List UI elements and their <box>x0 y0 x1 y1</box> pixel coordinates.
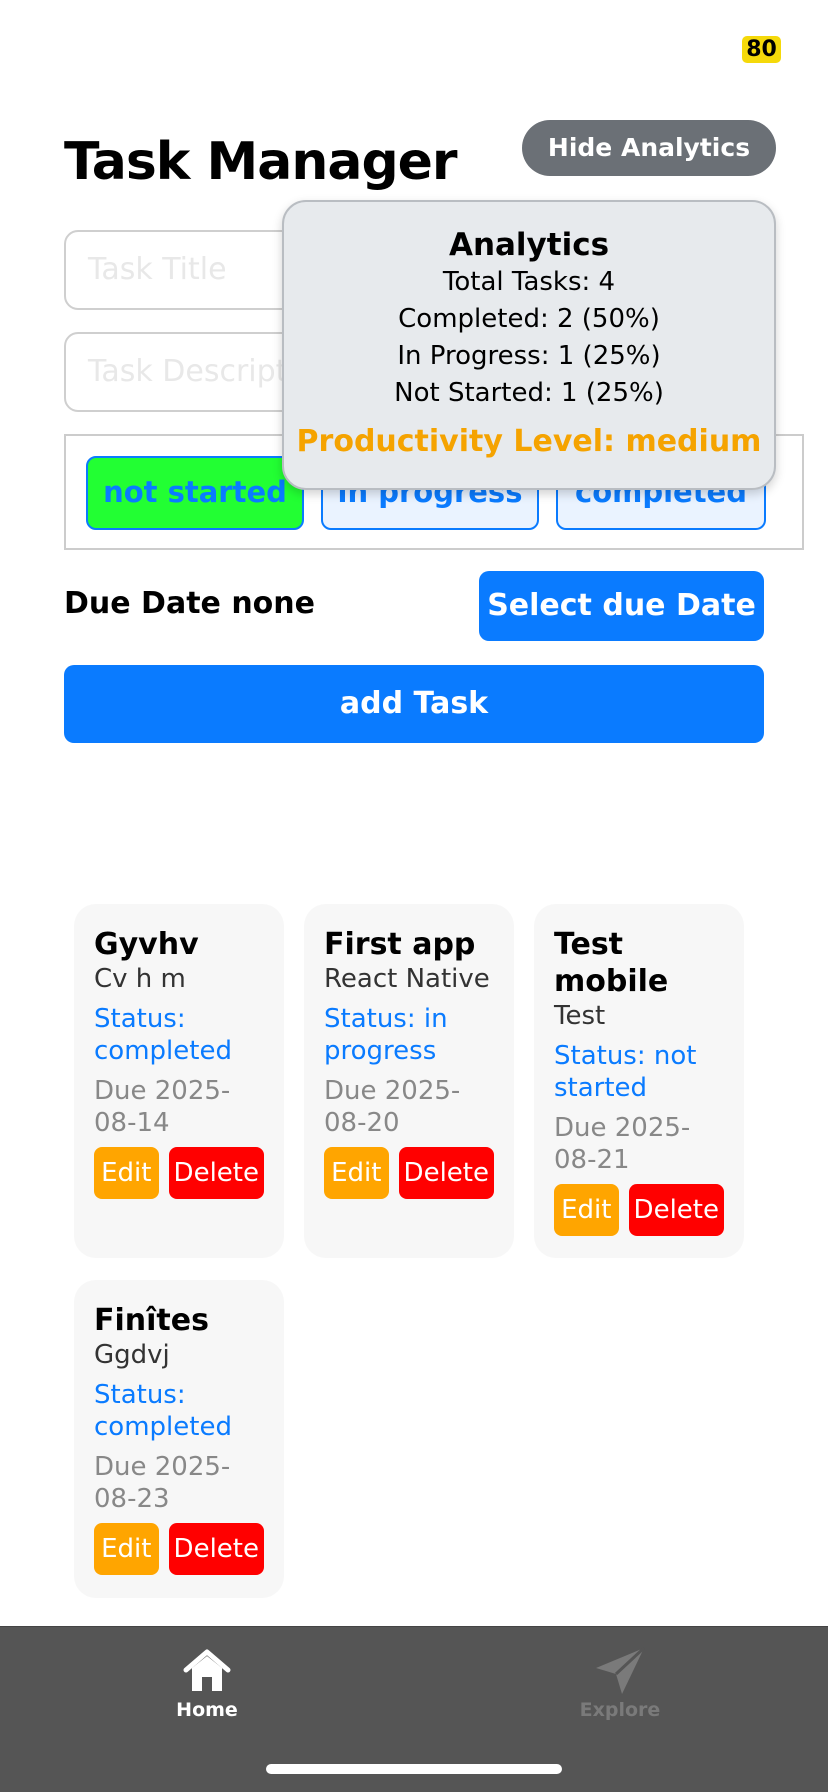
status-badge: 80 <box>742 36 781 63</box>
analytics-completed: Completed: 2 (50%) <box>398 304 660 334</box>
add-task-button[interactable]: add Task <box>64 665 764 743</box>
task-status: Status: completed <box>94 1004 232 1066</box>
task-card: First app React Native Status: in progre… <box>304 904 514 1258</box>
analytics-not-started: Not Started: 1 (25%) <box>394 378 664 408</box>
edit-button[interactable]: Edit <box>94 1523 159 1575</box>
task-due: Due 2025-08-23 <box>94 1452 231 1514</box>
task-title: Finîtes <box>94 1303 209 1338</box>
productivity-level: Productivity Level: medium <box>296 424 762 459</box>
task-title: Test mobile <box>554 927 669 999</box>
paper-plane-icon <box>520 1643 720 1699</box>
delete-button[interactable]: Delete <box>628 1184 724 1236</box>
home-icon <box>107 1643 307 1699</box>
edit-button[interactable]: Edit <box>94 1147 159 1199</box>
tab-explore-label: Explore <box>579 1699 661 1721</box>
edit-button[interactable]: Edit <box>324 1147 389 1199</box>
task-card: Test mobile Test Status: not started Due… <box>534 904 744 1258</box>
task-due: Due 2025-08-21 <box>554 1113 691 1175</box>
select-due-date-button[interactable]: Select due Date <box>479 571 764 641</box>
task-status: Status: in progress <box>324 1004 448 1066</box>
task-card: Gyvhv Cv h m Status: completed Due 2025-… <box>74 904 284 1258</box>
hide-analytics-button[interactable]: Hide Analytics <box>522 120 776 176</box>
task-due: Due 2025-08-14 <box>94 1076 231 1138</box>
analytics-in-progress: In Progress: 1 (25%) <box>397 341 661 371</box>
status-not-started-button[interactable]: not started <box>86 456 304 530</box>
page-title: Task Manager <box>64 132 458 192</box>
delete-button[interactable]: Delete <box>398 1147 494 1199</box>
task-card: Finîtes Ggdvj Status: completed Due 2025… <box>74 1280 284 1598</box>
task-status: Status: not started <box>554 1041 697 1103</box>
tab-explore[interactable]: Explore <box>520 1643 720 1721</box>
task-title: First app <box>324 927 476 962</box>
tab-home-label: Home <box>176 1699 238 1721</box>
task-status: Status: completed <box>94 1380 232 1442</box>
analytics-panel: Analytics Total Tasks: 4 Completed: 2 (5… <box>282 200 776 490</box>
delete-button[interactable]: Delete <box>168 1523 264 1575</box>
tab-home[interactable]: Home <box>107 1643 307 1721</box>
task-description: Cv h m <box>94 964 186 994</box>
task-description: Test <box>554 1001 606 1031</box>
task-description: Ggdvj <box>94 1340 170 1370</box>
home-indicator <box>266 1764 562 1774</box>
task-due: Due 2025-08-20 <box>324 1076 461 1138</box>
analytics-title: Analytics <box>448 227 610 263</box>
task-title: Gyvhv <box>94 927 199 962</box>
analytics-total: Total Tasks: 4 <box>442 267 616 297</box>
task-description: React Native <box>324 964 490 994</box>
delete-button[interactable]: Delete <box>168 1147 264 1199</box>
edit-button[interactable]: Edit <box>554 1184 619 1236</box>
due-date-label: Due Date none <box>64 586 316 621</box>
